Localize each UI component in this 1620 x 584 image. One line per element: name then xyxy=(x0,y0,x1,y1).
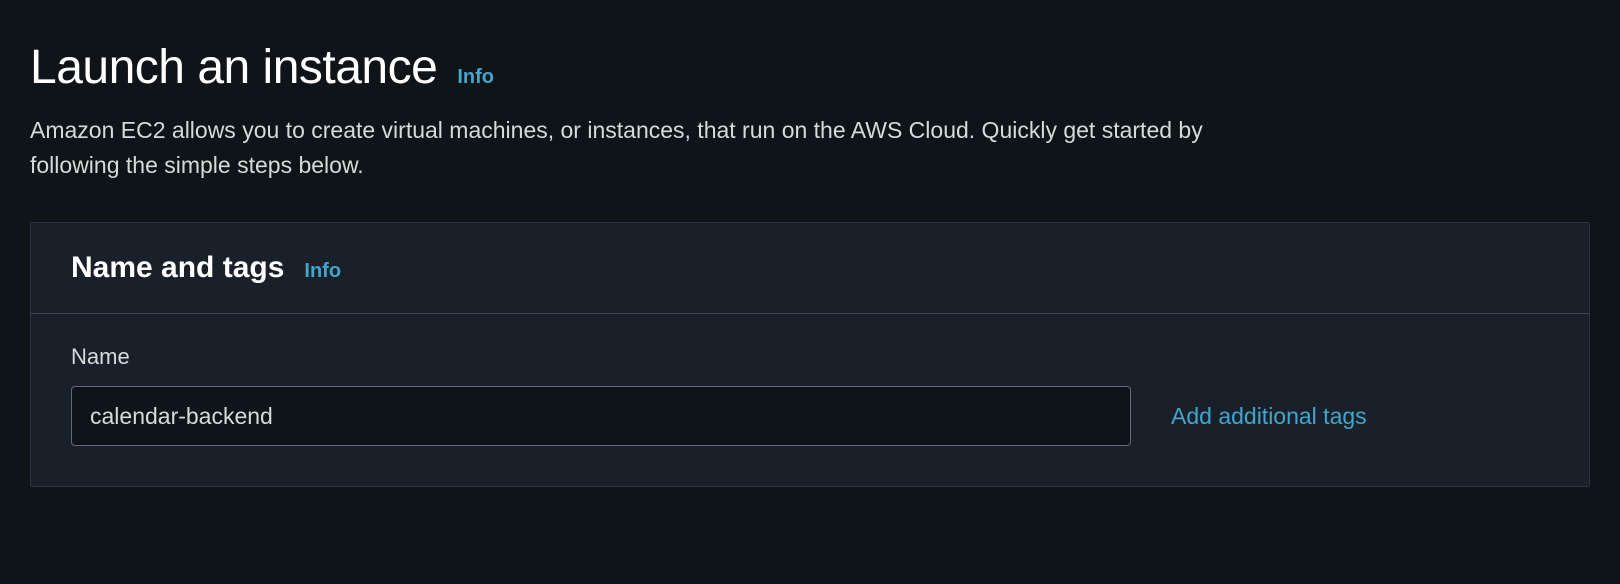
name-input[interactable] xyxy=(71,386,1131,446)
add-additional-tags-link[interactable]: Add additional tags xyxy=(1171,403,1367,430)
name-and-tags-panel: Name and tags Info Name Add additional t… xyxy=(30,222,1590,487)
panel-title-name-tags: Name and tags xyxy=(71,251,284,285)
info-link-name-tags[interactable]: Info xyxy=(304,260,341,283)
title-row: Launch an instance Info xyxy=(30,40,1590,95)
page-header: Launch an instance Info Amazon EC2 allow… xyxy=(30,40,1590,182)
info-link-header[interactable]: Info xyxy=(457,66,494,89)
page-description: Amazon EC2 allows you to create virtual … xyxy=(30,113,1230,182)
name-field-row: Add additional tags xyxy=(71,386,1549,446)
page-title: Launch an instance xyxy=(30,40,437,95)
name-field-label: Name xyxy=(71,344,1549,370)
panel-body: Name Add additional tags xyxy=(31,314,1589,486)
panel-header: Name and tags Info xyxy=(31,223,1589,314)
